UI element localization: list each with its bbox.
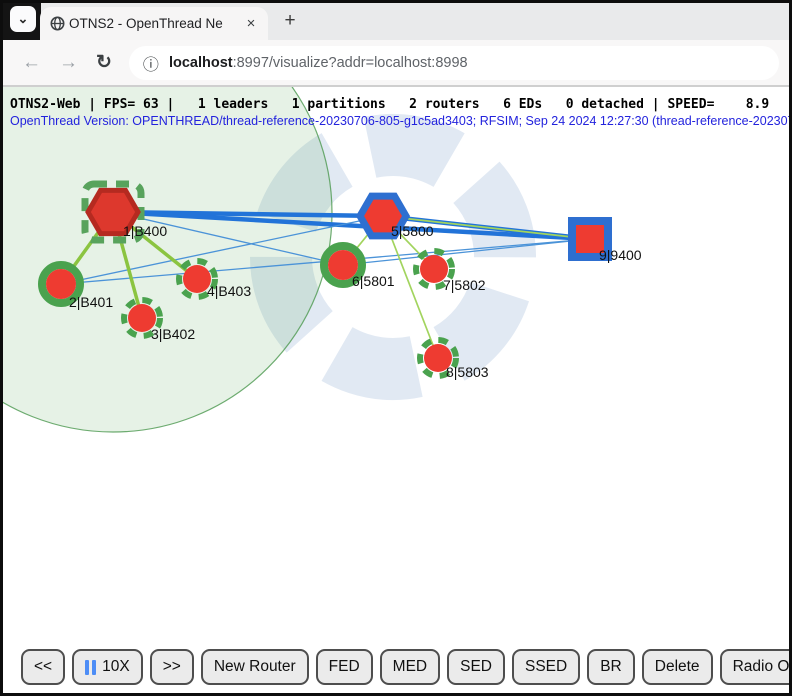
status-line: OTNS2-Web | FPS= 63 | 1 leaders 1 partit…	[10, 97, 769, 112]
button-label: New Router	[214, 658, 296, 676]
url-path: :8997/visualize?addr=localhost:8998	[233, 55, 468, 71]
node-label: 3|B402	[151, 326, 195, 342]
button-label: 10X	[102, 658, 130, 676]
button-label: >>	[163, 658, 181, 676]
tab-strip: ⌄ OTNS2 - OpenThread Ne × +	[3, 3, 789, 40]
node-label: 6|5801	[352, 273, 395, 289]
node-label: 4|B403	[207, 283, 251, 299]
node-label: 1|B400	[123, 223, 167, 239]
browser-window: ⌄ OTNS2 - OpenThread Ne × + ← → ↻ ⓘ loca…	[0, 0, 792, 696]
radio-range-circle	[3, 87, 332, 432]
url-text: localhost:8997/visualize?addr=localhost:…	[169, 55, 468, 71]
network-canvas[interactable]: 1|B400 2|B401 3|B402 4|B403 5|5800 6|5801 7|58…	[3, 87, 789, 690]
sed-button[interactable]: SED	[447, 649, 505, 685]
button-label: SED	[460, 658, 492, 676]
button-label: FED	[329, 658, 360, 676]
node-label: 9|9400	[599, 247, 642, 263]
site-info-icon[interactable]: ⓘ	[143, 51, 159, 75]
button-label: BR	[600, 658, 622, 676]
button-label: <<	[34, 658, 52, 676]
node-label: 2|B401	[69, 294, 113, 310]
fed-button[interactable]: FED	[316, 649, 373, 685]
network-svg: 1|B400 2|B401 3|B402 4|B403 5|5800 6|5801 7|58…	[3, 87, 789, 690]
button-label: MED	[393, 658, 427, 676]
button-label: Radio Off	[733, 658, 789, 676]
back-icon[interactable]: ←	[22, 52, 41, 74]
br-button[interactable]: BR	[587, 649, 635, 685]
url-omnibox[interactable]: ⓘ localhost:8997/visualize?addr=localhos…	[129, 46, 779, 80]
reload-icon[interactable]: ↻	[96, 51, 112, 74]
ssed-button[interactable]: SSED	[512, 649, 580, 685]
node-label: 5|5800	[391, 223, 434, 239]
rewind-button[interactable]: <<	[21, 649, 65, 685]
pause-icon	[85, 660, 96, 675]
tab-search-chevron-icon[interactable]: ⌄	[10, 6, 36, 32]
speed-button[interactable]: 10X	[72, 649, 143, 685]
tab-title: OTNS2 - OpenThread Ne	[69, 16, 238, 31]
radio-off-button[interactable]: Radio Off	[720, 649, 789, 685]
new-tab-button[interactable]: +	[276, 8, 304, 36]
med-button[interactable]: MED	[380, 649, 440, 685]
link-6-9	[343, 239, 590, 265]
node-label: 8|5803	[446, 364, 489, 380]
version-line: OpenThread Version: OPENTHREAD/thread-re…	[10, 114, 789, 128]
node-label: 7|5802	[443, 277, 486, 293]
delete-button[interactable]: Delete	[642, 649, 713, 685]
globe-favicon-icon	[50, 16, 65, 31]
tab-close-icon[interactable]: ×	[242, 15, 260, 33]
address-bar: ← → ↻ ⓘ localhost:8997/visualize?addr=lo…	[3, 40, 789, 87]
forward-button[interactable]: >>	[150, 649, 194, 685]
new-router-button[interactable]: New Router	[201, 649, 309, 685]
button-label: SSED	[525, 658, 567, 676]
tab-otns2[interactable]: OTNS2 - OpenThread Ne ×	[40, 7, 268, 40]
forward-icon[interactable]: →	[59, 52, 78, 74]
button-label: Delete	[655, 658, 700, 676]
url-host: localhost	[169, 55, 233, 71]
bottom-toolbar: << 10X >> New Router FED MED SED SSED BR Delete Ra…	[21, 649, 789, 685]
